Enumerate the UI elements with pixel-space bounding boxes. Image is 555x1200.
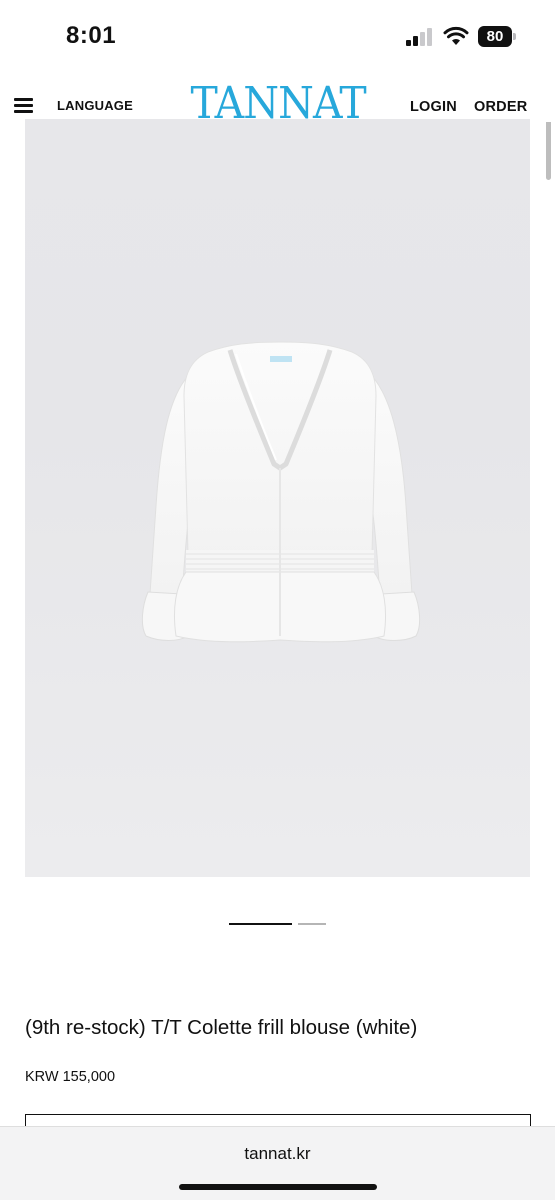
site-header: LANGUAGE TANNAT LOGIN ORDER <box>0 72 555 126</box>
battery-icon: 80 <box>478 26 516 47</box>
blouse-image <box>141 341 421 643</box>
login-link[interactable]: LOGIN <box>410 99 457 115</box>
url-bar[interactable]: tannat.kr <box>0 1144 555 1164</box>
status-time: 8:01 <box>66 22 117 49</box>
wifi-icon <box>443 26 469 45</box>
home-indicator[interactable] <box>179 1184 377 1190</box>
carousel-dot-active[interactable] <box>229 923 292 925</box>
language-link[interactable]: LANGUAGE <box>57 98 133 113</box>
status-bar: 8:01 80 <box>0 0 555 70</box>
carousel-indicator[interactable] <box>229 923 329 926</box>
product-title: (9th re-stock) T/T Colette frill blouse … <box>25 1016 418 1039</box>
menu-icon[interactable] <box>14 98 33 114</box>
battery-level: 80 <box>478 26 512 47</box>
product-image[interactable] <box>25 119 530 877</box>
signal-icon <box>406 28 434 46</box>
product-price: KRW 155,000 <box>25 1069 116 1085</box>
carousel-dot[interactable] <box>298 923 326 925</box>
order-link[interactable]: ORDER <box>474 99 527 115</box>
browser-bar: tannat.kr <box>0 1126 555 1200</box>
